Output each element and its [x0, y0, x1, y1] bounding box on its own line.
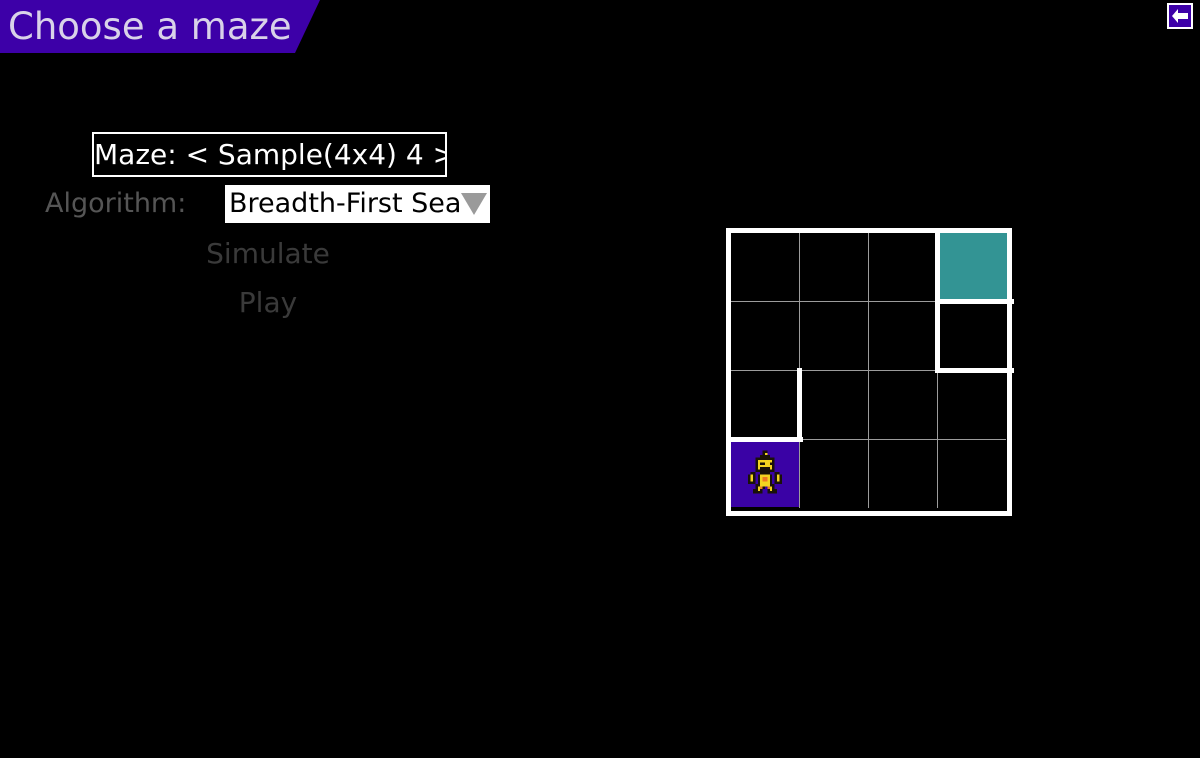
back-button[interactable]: [1167, 3, 1193, 29]
maze-border-bottom: [728, 511, 1010, 516]
maze-border-left: [726, 228, 731, 516]
maze-wall-vertical: [935, 299, 940, 372]
maze-selector[interactable]: Maze: < Sample(4x4) 4 >: [92, 132, 447, 177]
maze-wall-horizontal: [935, 368, 1010, 373]
maze-wall-vertical: [797, 368, 802, 441]
algorithm-row: Algorithm: Breadth-First Sea: [0, 185, 560, 225]
maze-grid[interactable]: [726, 228, 1014, 516]
maze-goal-cell[interactable]: [938, 233, 1008, 300]
maze-wall-vertical: [935, 230, 940, 303]
arrow-left-icon: [1171, 8, 1189, 24]
algorithm-dropdown[interactable]: Breadth-First Sea: [225, 185, 490, 223]
page-title: Choose a maze: [8, 5, 292, 48]
maze-wall-horizontal: [728, 437, 803, 442]
algorithm-label: Algorithm:: [45, 188, 187, 219]
maze-wall-horizontal: [935, 299, 1010, 304]
maze-cells-layer: [728, 230, 1010, 512]
maze-border-top: [728, 228, 1010, 233]
maze-start-cell[interactable]: [731, 440, 799, 507]
chevron-down-icon[interactable]: [461, 193, 487, 215]
robot-sprite: [746, 448, 784, 500]
play-button[interactable]: Play: [0, 286, 548, 319]
maze-wall-notch: [1010, 368, 1014, 373]
algorithm-selected-value: Breadth-First Sea: [229, 188, 462, 219]
simulate-button[interactable]: Simulate: [0, 237, 548, 270]
maze-wall-notch: [1010, 299, 1014, 304]
